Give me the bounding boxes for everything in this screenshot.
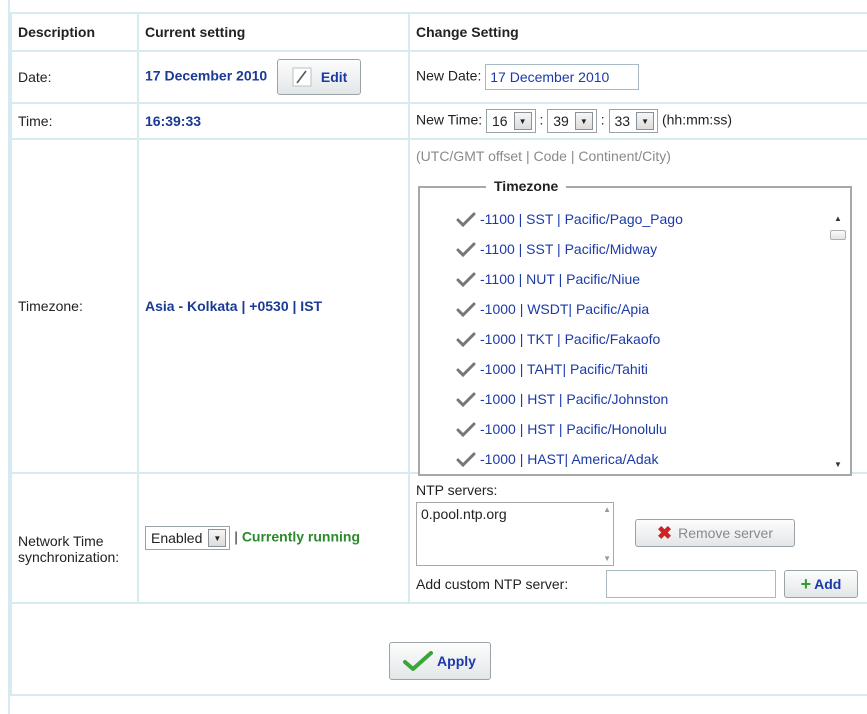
time-row: Time: 16:39:33 New Time: 16 ▼ : 39 ▼ : 3… [10,102,867,140]
time-format-hint: (hh:mm:ss) [661,111,732,128]
timezone-list-item[interactable]: -1000 | HAST| America/Adak [456,448,658,470]
scroll-down-icon[interactable]: ▼ [830,460,846,472]
timezone-list-item[interactable]: -1000 | HST | Pacific/Honolulu [456,418,667,440]
apply-button[interactable]: Apply [388,642,491,680]
add-custom-ntp-label: Add custom NTP server: [416,576,569,592]
timezone-list-item[interactable]: -1000 | TAHT| Pacific/Tahiti [456,358,648,380]
timezone-item-label: -1000 | HAST| America/Adak [480,451,659,467]
checkmark-icon [403,651,434,671]
ntp-change-cell: NTP servers: 0.pool.ntp.org ▲ ▼ ✖ Remove… [408,472,867,604]
header-description: Description [10,12,139,52]
scroll-down-icon[interactable]: ▼ [603,554,611,563]
timezone-legend: Timezone [486,178,567,194]
chevron-down-icon: ▼ [513,112,532,130]
apply-cell: Apply [10,602,867,696]
checkmark-icon [456,452,476,467]
settings-table: Description Current setting Change Setti… [10,12,867,696]
time-separator-1: : [539,111,544,128]
pencil-icon [292,67,312,87]
custom-ntp-input[interactable] [606,570,776,598]
timezone-list-item[interactable]: -1100 | SST | Pacific/Pago_Pago [456,208,683,230]
timezone-item-label: -1000 | TKT | Pacific/Fakaofo [480,331,661,347]
timezone-format-hint: (UTC/GMT offset | Code | Continent/City) [416,148,671,164]
apply-label: Apply [437,653,476,669]
checkmark-icon [456,272,476,287]
ntp-current-cell: Enabled ▼ | Currently running [137,472,410,604]
chevron-down-icon: ▼ [208,529,227,547]
scroll-up-icon[interactable]: ▲ [603,505,611,514]
checkmark-icon [456,332,476,347]
timezone-label: Timezone: [10,138,139,474]
date-current-cell: 17 December 2010 Edit [137,50,410,104]
checkmark-icon [456,212,476,227]
ntp-enabled-select[interactable]: Enabled ▼ [145,526,231,550]
remove-server-label: Remove server [678,525,773,541]
checkmark-icon [456,422,476,437]
timezone-item-label: -1000 | TAHT| Pacific/Tahiti [480,361,648,377]
hour-value: 16 [492,113,508,129]
time-label: Time: [10,102,139,140]
ntp-enabled-value: Enabled [151,530,203,546]
remove-server-button[interactable]: ✖ Remove server [635,519,795,547]
scroll-up-icon[interactable]: ▲ [830,214,846,226]
ntp-row: Network Time synchronization: Enabled ▼ … [10,472,867,604]
minute-value: 39 [553,113,569,129]
timezone-item-label: -1000 | HST | Pacific/Honolulu [480,421,667,437]
date-current-value: 17 December 2010 [145,67,268,84]
time-current-value: 16:39:33 [145,113,202,129]
timezone-list-item[interactable]: -1000 | HST | Pacific/Johnston [456,388,668,410]
checkmark-icon [456,362,476,377]
date-label: Date: [10,50,139,104]
remove-x-icon: ✖ [656,522,673,543]
new-date-input[interactable]: 17 December 2010 [485,64,640,90]
time-change-cell: New Time: 16 ▼ : 39 ▼ : 33 ▼ (hh:mm:ss) [408,102,867,140]
checkmark-icon [456,242,476,257]
plus-icon: + [800,573,812,594]
date-time-settings-panel: Description Current setting Change Setti… [0,0,867,714]
new-date-label: New Date: [416,67,482,84]
apply-row: Apply [10,602,867,696]
timezone-item-label: -1100 | SST | Pacific/Pago_Pago [480,211,683,227]
timezone-item-label: -1000 | WSDT| Pacific/Apia [480,301,650,317]
chevron-down-icon: ▼ [574,112,593,130]
ntp-servers-label: NTP servers: [416,482,498,498]
checkmark-icon [456,392,476,407]
ntp-status-separator: | [234,528,238,545]
ntp-label: Network Time synchronization: [10,472,139,604]
time-separator-2: : [600,111,605,128]
scrollbar-thumb[interactable] [830,230,846,240]
ntp-servers-list[interactable]: 0.pool.ntp.org ▲ ▼ [416,502,614,566]
timezone-list-item[interactable]: -1000 | TKT | Pacific/Fakaofo [456,328,660,350]
header-current-setting: Current setting [137,12,410,52]
edit-date-label: Edit [320,69,348,85]
edit-date-button[interactable]: Edit [277,59,362,95]
timezone-current-value: Asia - Kolkata | +0530 | IST [145,298,323,314]
second-select[interactable]: 33 ▼ [608,109,659,133]
header-change-setting: Change Setting [408,12,867,52]
time-current-cell: 16:39:33 [137,102,410,140]
timezone-item-label: -1100 | SST | Pacific/Midway [480,241,658,257]
timezone-list-item[interactable]: -1000 | WSDT| Pacific/Apia [456,298,649,320]
date-change-cell: New Date: 17 December 2010 [408,50,867,104]
timezone-item-label: -1000 | HST | Pacific/Johnston [480,391,669,407]
timezone-list-item[interactable]: -1100 | SST | Pacific/Midway [456,238,657,260]
timezone-list-item[interactable]: -1100 | NUT | Pacific/Niue [456,268,640,290]
timezone-change-cell: (UTC/GMT offset | Code | Continent/City)… [408,138,867,476]
hour-select[interactable]: 16 ▼ [486,109,536,133]
timezone-current-cell: Asia - Kolkata | +0530 | IST [137,138,410,474]
minute-select[interactable]: 39 ▼ [547,109,597,133]
new-time-label: New Time: [416,111,483,128]
ntp-server-item[interactable]: 0.pool.ntp.org [417,503,613,525]
ntp-status-text: Currently running [241,528,361,545]
timezone-list-box[interactable]: Timezone -1100 | SST | Pacific/Pago_Pago… [418,178,852,476]
header-row: Description Current setting Change Setti… [10,12,867,52]
checkmark-icon [456,302,476,317]
add-ntp-label: Add [814,576,842,592]
second-value: 33 [614,113,631,129]
timezone-row: Timezone: Asia - Kolkata | +0530 | IST (… [10,138,867,476]
date-row: Date: 17 December 2010 Edit New Date: 17… [10,50,867,104]
add-ntp-button[interactable]: + Add [784,570,858,598]
chevron-down-icon: ▼ [636,112,655,130]
timezone-item-label: -1100 | NUT | Pacific/Niue [480,271,641,287]
